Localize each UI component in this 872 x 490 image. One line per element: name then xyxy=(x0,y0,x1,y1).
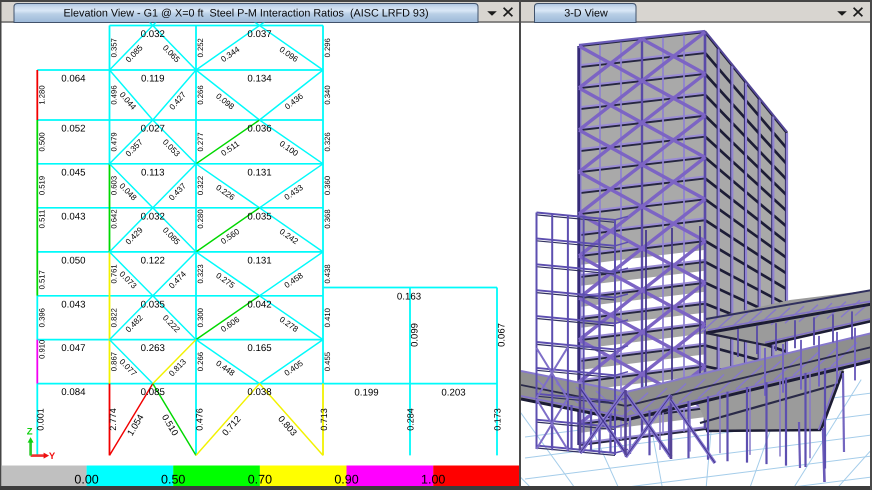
svg-text:0.517: 0.517 xyxy=(37,270,46,289)
svg-text:0.173: 0.173 xyxy=(493,408,503,431)
svg-text:0.455: 0.455 xyxy=(323,352,332,371)
svg-text:0.322: 0.322 xyxy=(196,176,205,195)
svg-text:0.035: 0.035 xyxy=(141,299,165,310)
svg-text:0.001: 0.001 xyxy=(36,408,46,431)
svg-text:0.368: 0.368 xyxy=(323,209,332,228)
svg-text:0.199: 0.199 xyxy=(354,388,378,399)
svg-text:0.300: 0.300 xyxy=(196,308,205,327)
svg-text:0.266: 0.266 xyxy=(196,85,205,104)
svg-text:0.603: 0.603 xyxy=(110,176,119,195)
svg-text:0.252: 0.252 xyxy=(196,38,205,57)
svg-text:1.280: 1.280 xyxy=(37,85,46,104)
svg-text:1.00: 1.00 xyxy=(421,473,445,487)
svg-text:0.90: 0.90 xyxy=(334,473,358,487)
svg-text:0.045: 0.045 xyxy=(61,167,85,178)
svg-text:0.067: 0.067 xyxy=(497,323,508,347)
svg-text:0.122: 0.122 xyxy=(141,255,165,266)
svg-text:0.043: 0.043 xyxy=(61,299,85,310)
svg-text:0.032: 0.032 xyxy=(141,29,165,40)
svg-text:0.203: 0.203 xyxy=(441,388,465,399)
svg-text:0.099: 0.099 xyxy=(410,323,421,347)
svg-text:0.323: 0.323 xyxy=(196,264,205,283)
svg-text:0.438: 0.438 xyxy=(323,264,332,283)
svg-text:0.032: 0.032 xyxy=(141,211,165,222)
svg-text:0.038: 0.038 xyxy=(247,387,271,398)
svg-text:0.050: 0.050 xyxy=(61,255,86,266)
svg-text:0.326: 0.326 xyxy=(323,132,332,151)
svg-text:0.084: 0.084 xyxy=(61,387,86,398)
svg-text:0.035: 0.035 xyxy=(247,211,271,222)
svg-text:0.396: 0.396 xyxy=(37,308,46,327)
svg-text:0.277: 0.277 xyxy=(196,132,205,151)
svg-text:3-D View: 3-D View xyxy=(564,8,608,20)
svg-text:0.119: 0.119 xyxy=(141,74,165,85)
svg-text:0.360: 0.360 xyxy=(323,176,332,195)
svg-text:0.113: 0.113 xyxy=(141,167,165,178)
svg-text:0.822: 0.822 xyxy=(110,308,119,327)
svg-text:0.052: 0.052 xyxy=(61,124,85,135)
svg-text:0.642: 0.642 xyxy=(110,209,119,228)
svg-text:0.036: 0.036 xyxy=(247,124,271,135)
svg-text:0.027: 0.027 xyxy=(141,124,165,135)
svg-text:0.519: 0.519 xyxy=(37,176,46,195)
svg-text:0.263: 0.263 xyxy=(141,343,165,354)
svg-text:0.70: 0.70 xyxy=(248,473,272,487)
svg-text:0.296: 0.296 xyxy=(323,38,332,57)
svg-text:0.476: 0.476 xyxy=(195,408,205,431)
svg-text:0.50: 0.50 xyxy=(161,473,185,487)
svg-text:0.867: 0.867 xyxy=(110,352,119,371)
svg-text:Z: Z xyxy=(27,427,33,438)
svg-text:0.037: 0.037 xyxy=(247,29,271,40)
svg-text:2.774: 2.774 xyxy=(108,408,118,431)
svg-text:0.910: 0.910 xyxy=(37,340,46,359)
svg-text:0.511: 0.511 xyxy=(37,210,46,229)
svg-text:0.131: 0.131 xyxy=(247,167,271,178)
svg-text:Y: Y xyxy=(49,451,56,462)
svg-text:0.357: 0.357 xyxy=(110,38,119,57)
svg-text:0.266: 0.266 xyxy=(196,352,205,371)
svg-text:0.500: 0.500 xyxy=(37,132,46,151)
svg-text:Elevation View - G1 @ X=0 ft: Elevation View - G1 @ X=0 ft Steel P-M I… xyxy=(63,8,428,20)
svg-text:0.042: 0.042 xyxy=(247,299,271,310)
svg-text:0.131: 0.131 xyxy=(247,255,271,266)
svg-text:0.713: 0.713 xyxy=(319,408,329,431)
svg-text:0.064: 0.064 xyxy=(61,74,86,85)
svg-text:0.085: 0.085 xyxy=(141,387,165,398)
svg-text:0.340: 0.340 xyxy=(323,85,332,104)
svg-text:0.047: 0.047 xyxy=(61,343,85,354)
svg-text:0.496: 0.496 xyxy=(110,85,119,104)
svg-text:0.761: 0.761 xyxy=(110,264,119,283)
svg-text:0.479: 0.479 xyxy=(110,132,119,151)
svg-text:0.284: 0.284 xyxy=(406,408,416,431)
svg-text:0.043: 0.043 xyxy=(61,211,85,222)
svg-text:0.163: 0.163 xyxy=(397,292,421,303)
svg-text:0.165: 0.165 xyxy=(247,343,271,354)
svg-text:0.134: 0.134 xyxy=(247,74,272,85)
svg-text:0.280: 0.280 xyxy=(196,209,205,228)
svg-text:0.00: 0.00 xyxy=(74,473,98,487)
svg-text:0.410: 0.410 xyxy=(323,308,332,327)
